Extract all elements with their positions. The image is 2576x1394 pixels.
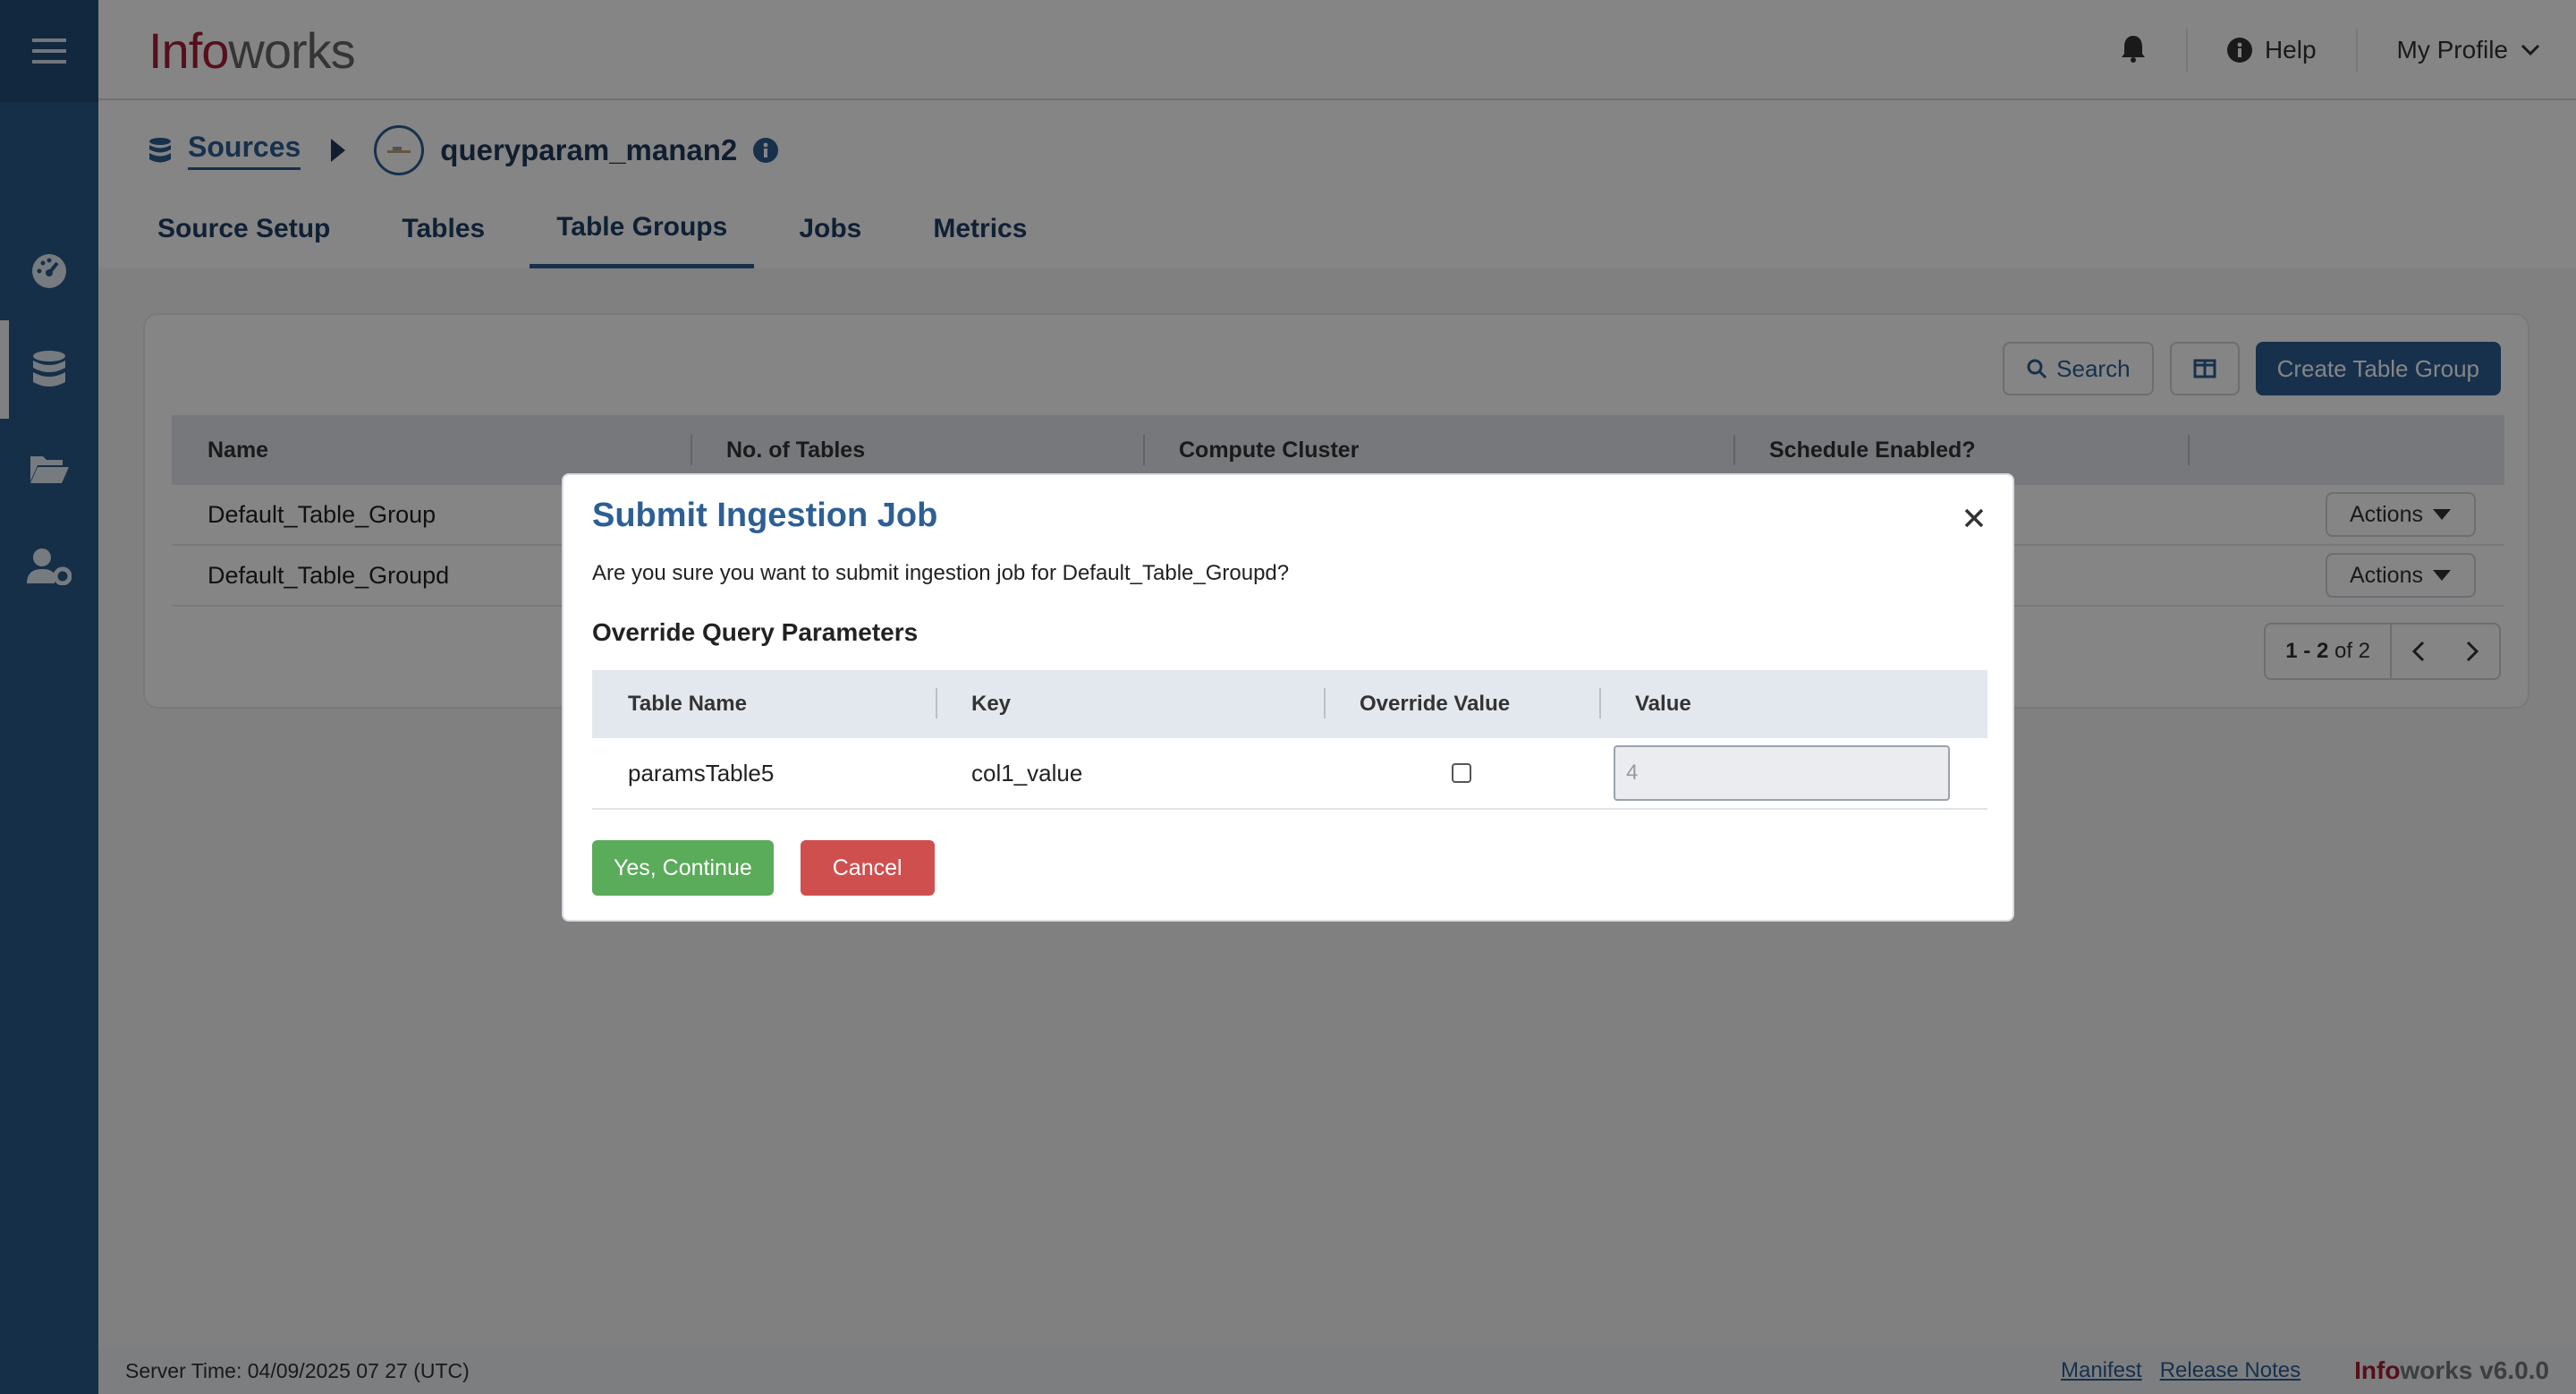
col-header-key: Key bbox=[936, 670, 1324, 738]
close-icon[interactable] bbox=[1964, 498, 1984, 534]
submit-ingestion-dialog: Submit Ingestion Job Are you sure you wa… bbox=[562, 473, 2014, 922]
dialog-message: Are you sure you want to submit ingestio… bbox=[592, 561, 1290, 585]
param-table-name: paramsTable5 bbox=[628, 759, 775, 786]
cancel-button[interactable]: Cancel bbox=[800, 840, 935, 896]
col-header-value: Value bbox=[1599, 670, 1987, 738]
param-row: paramsTable5 col1_value 4 bbox=[592, 738, 1987, 810]
override-cell bbox=[1324, 763, 1599, 783]
dialog-subtitle: Override Query Parameters bbox=[592, 618, 919, 646]
dialog-actions: Yes, Continue Cancel bbox=[592, 840, 935, 896]
param-key: col1_value bbox=[971, 759, 1083, 786]
params-header: Table Name Key Override Value Value bbox=[592, 670, 1987, 738]
col-header-override: Override Value bbox=[1324, 670, 1599, 738]
col-header-table-name: Table Name bbox=[628, 692, 747, 716]
override-value-checkbox[interactable] bbox=[1452, 763, 1471, 783]
value-cell: 4 bbox=[1599, 745, 1987, 801]
yes-continue-button[interactable]: Yes, Continue bbox=[592, 840, 774, 896]
param-value-input[interactable]: 4 bbox=[1614, 745, 1950, 801]
dialog-title: Submit Ingestion Job bbox=[592, 497, 938, 534]
override-params-table: Table Name Key Override Value Value para… bbox=[592, 670, 1987, 810]
